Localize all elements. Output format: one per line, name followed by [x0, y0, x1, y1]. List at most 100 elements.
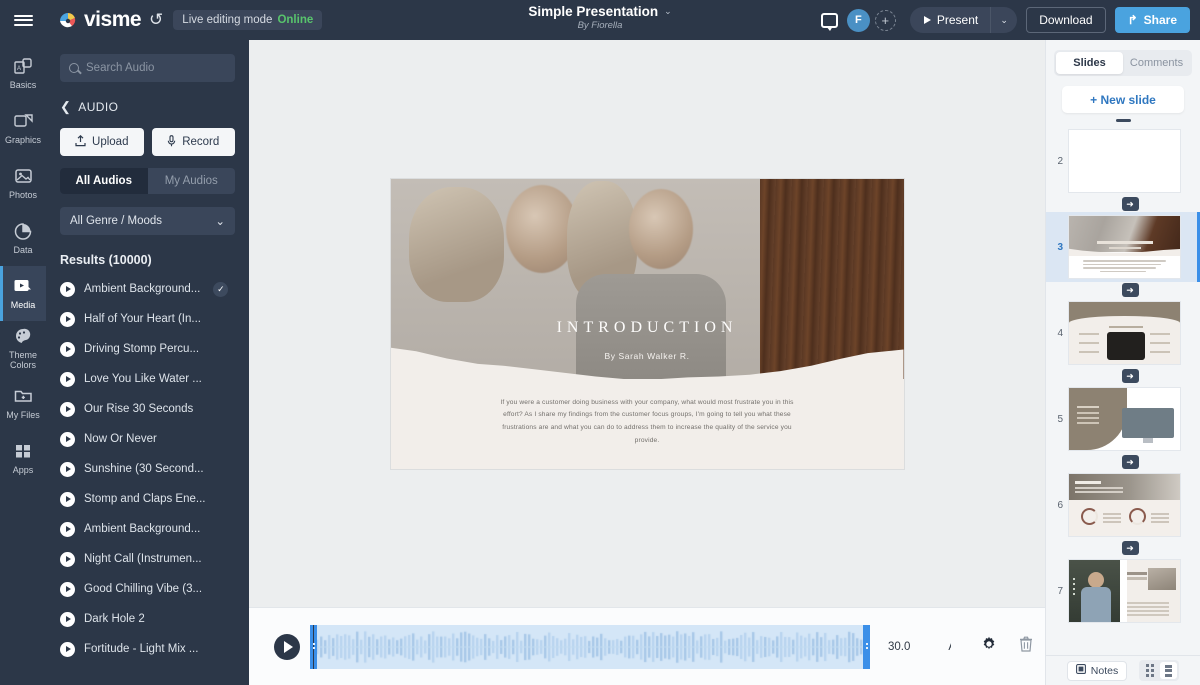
- audio-track-item[interactable]: Half of Your Heart (In...: [60, 304, 235, 334]
- sidebar-item-my-files[interactable]: My Files: [0, 376, 46, 431]
- play-icon[interactable]: [60, 342, 75, 357]
- present-dropdown-button[interactable]: ⌄: [990, 7, 1017, 33]
- audio-track-item[interactable]: Now Or Never: [60, 424, 235, 454]
- trash-icon[interactable]: [1019, 636, 1033, 657]
- genre-moods-select[interactable]: All Genre / Moods ⌄: [60, 207, 235, 235]
- waveform[interactable]: 0 s: [310, 625, 870, 669]
- play-icon[interactable]: [274, 634, 300, 660]
- notes-button[interactable]: Notes: [1067, 661, 1127, 681]
- audio-track-item[interactable]: Sunshine (30 Second...: [60, 454, 235, 484]
- slide-thumbnail-row[interactable]: 4: [1046, 298, 1200, 368]
- slide-thumbnail-row[interactable]: 5: [1046, 384, 1200, 454]
- slide-thumbnail-row[interactable]: 2: [1046, 126, 1200, 196]
- undo-icon[interactable]: ↻: [149, 10, 163, 30]
- audio-track-item[interactable]: Fortitude - Light Mix ...: [60, 634, 235, 664]
- slide-thumbnail[interactable]: [1068, 473, 1181, 537]
- brand-logo[interactable]: visme: [58, 8, 141, 32]
- search-audio-field[interactable]: [60, 54, 235, 82]
- slide-number: 7: [1050, 586, 1063, 597]
- slide-thumbnail[interactable]: [1068, 215, 1181, 279]
- comment-icon[interactable]: [821, 13, 838, 28]
- trim-end-handle[interactable]: [863, 625, 870, 669]
- audio-track-item[interactable]: Stomp and Claps Ene...: [60, 484, 235, 514]
- slide-thumbnail[interactable]: [1068, 301, 1181, 365]
- play-icon[interactable]: [60, 282, 75, 297]
- add-collaborator-button[interactable]: +: [875, 10, 896, 31]
- new-slide-button[interactable]: + New slide: [1062, 86, 1184, 113]
- sidebar-item-theme-colors[interactable]: Theme Colors: [0, 321, 46, 376]
- upload-button[interactable]: Upload: [60, 128, 144, 156]
- notes-icon: [1076, 664, 1086, 677]
- play-icon[interactable]: [60, 552, 75, 567]
- theme-colors-icon: [13, 327, 33, 346]
- audio-track-item[interactable]: Good Chilling Vibe (3...: [60, 574, 235, 604]
- tab-all-audios[interactable]: All Audios: [60, 168, 148, 194]
- avatar[interactable]: F: [847, 9, 870, 32]
- my-files-icon: [13, 387, 33, 406]
- play-icon[interactable]: [60, 642, 75, 657]
- play-icon[interactable]: [60, 462, 75, 477]
- play-icon[interactable]: [60, 492, 75, 507]
- chevron-down-icon[interactable]: ⌄: [664, 6, 672, 17]
- slide-thumbnail-row[interactable]: 7: [1046, 556, 1200, 626]
- search-input[interactable]: [86, 62, 226, 74]
- list-view-icon[interactable]: [1160, 662, 1177, 679]
- tab-comments[interactable]: Comments: [1123, 52, 1190, 74]
- audio-back-header[interactable]: ❮ AUDIO: [60, 99, 235, 115]
- sidebar-item-data[interactable]: Data: [0, 211, 46, 266]
- audio-track-item[interactable]: Love You Like Water ...: [60, 364, 235, 394]
- audio-track-name: Half of Your Heart (In...: [84, 313, 201, 325]
- thumb-donut-2: [1129, 508, 1146, 525]
- transition-icon[interactable]: [1122, 369, 1139, 383]
- hamburger-icon[interactable]: [0, 0, 46, 40]
- slide-thumbnail[interactable]: [1068, 129, 1181, 193]
- audio-track-item[interactable]: Dark Hole 2: [60, 604, 235, 634]
- record-button[interactable]: Record: [152, 128, 236, 156]
- slide-number: 6: [1050, 500, 1063, 511]
- play-icon[interactable]: [60, 432, 75, 447]
- play-icon[interactable]: [60, 402, 75, 417]
- sidebar-item-basics[interactable]: A Basics: [0, 46, 46, 101]
- thumb-portrait-body: [1081, 587, 1111, 623]
- play-icon[interactable]: [60, 312, 75, 327]
- slide-number: 4: [1050, 328, 1063, 339]
- share-button[interactable]: ↱ Share: [1115, 7, 1190, 33]
- play-icon[interactable]: [60, 522, 75, 537]
- play-icon[interactable]: [60, 372, 75, 387]
- gear-icon[interactable]: [981, 636, 997, 657]
- audio-track-name: Good Chilling Vibe (3...: [84, 583, 202, 595]
- transition-icon[interactable]: [1122, 283, 1139, 297]
- slide-thumbnail-row[interactable]: 3: [1046, 212, 1200, 282]
- transition-icon[interactable]: [1122, 541, 1139, 555]
- transition-icon[interactable]: [1122, 455, 1139, 469]
- photos-icon: [13, 167, 33, 186]
- audio-track-item[interactable]: Night Call (Instrumen...: [60, 544, 235, 574]
- audio-track-name: Stomp and Claps Ene...: [84, 493, 205, 505]
- visme-editor: visme ↻ Live editing mode Online Simple …: [0, 0, 1200, 685]
- sidebar-item-media[interactable]: Media: [0, 266, 46, 321]
- grid-view-icon[interactable]: [1141, 662, 1158, 679]
- sidebar-item-graphics[interactable]: Graphics: [0, 101, 46, 156]
- slide-thumbnail[interactable]: [1068, 559, 1181, 623]
- slide-thumbnail[interactable]: [1068, 387, 1181, 451]
- play-icon[interactable]: [60, 612, 75, 627]
- document-title-row[interactable]: Simple Presentation ⌄: [528, 4, 671, 19]
- audio-track-item[interactable]: Driving Stomp Percu...: [60, 334, 235, 364]
- tab-my-audios[interactable]: My Audios: [148, 168, 236, 194]
- slide-canvas[interactable]: INTRODUCTION By Sarah Walker R. If you w…: [391, 179, 904, 469]
- slide-transition: [1046, 454, 1200, 470]
- audio-track-item[interactable]: Ambient Background...✓: [60, 274, 235, 304]
- transition-icon[interactable]: [1122, 197, 1139, 211]
- slide-transition: [1046, 282, 1200, 298]
- audio-track-item[interactable]: Ambient Background...: [60, 514, 235, 544]
- tab-slides[interactable]: Slides: [1056, 52, 1123, 74]
- slide-thumbnail-row[interactable]: 6: [1046, 470, 1200, 540]
- play-icon[interactable]: [60, 582, 75, 597]
- sidebar-item-photos[interactable]: Photos: [0, 156, 46, 211]
- sidebar-item-apps[interactable]: Apps: [0, 431, 46, 486]
- trim-start-handle[interactable]: 0 s: [310, 625, 317, 669]
- audio-track-item[interactable]: Our Rise 30 Seconds: [60, 394, 235, 424]
- download-button[interactable]: Download: [1026, 7, 1105, 33]
- present-button[interactable]: Present: [910, 7, 990, 33]
- stage: INTRODUCTION By Sarah Walker R. If you w…: [249, 40, 1045, 685]
